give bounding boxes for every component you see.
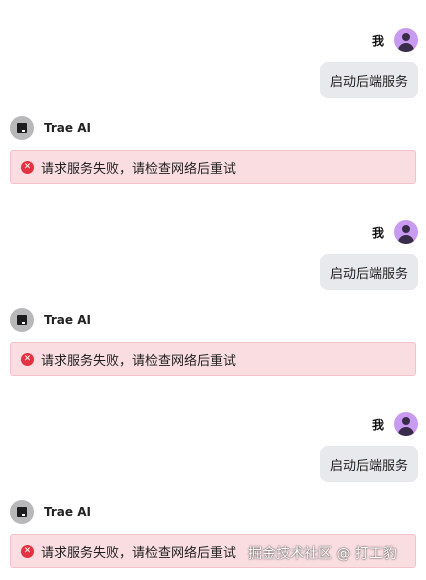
watermark: 掘金技术社区 @ 打工豹 xyxy=(248,546,397,562)
ai-name: Trae AI xyxy=(44,505,91,519)
user-message-bubble: 启动后端服务 xyxy=(319,62,418,98)
user-name: 我 xyxy=(371,417,384,432)
error-circle-icon: ✕ xyxy=(21,544,34,558)
ai-name: Trae AI xyxy=(44,121,91,135)
ai-name: Trae AI xyxy=(44,313,91,327)
ai-header: Trae AI xyxy=(10,307,91,333)
trae-logo-icon xyxy=(10,116,34,140)
ai-header: Trae AI xyxy=(10,499,91,525)
user-header: 我 xyxy=(372,410,418,438)
trae-logo-icon xyxy=(10,500,34,524)
user-avatar-icon xyxy=(394,220,418,244)
user-header: 我 xyxy=(372,26,418,54)
error-message: ✕ 请求服务失败，请检查网络后重试 xyxy=(10,150,416,184)
user-message-bubble: 启动后端服务 xyxy=(319,446,418,482)
chat-panel: 我 启动后端服务 Trae AI ✕ 请求服务失败，请检查网络后重试 我 启动后… xyxy=(0,0,426,580)
error-circle-icon: ✕ xyxy=(21,352,34,366)
error-text: 请求服务失败，请检查网络后重试 xyxy=(41,545,237,561)
user-header: 我 xyxy=(372,218,418,246)
user-name: 我 xyxy=(371,225,384,240)
error-message: ✕ 请求服务失败，请检查网络后重试 xyxy=(10,342,416,376)
user-name: 我 xyxy=(371,33,384,48)
ai-header: Trae AI xyxy=(10,115,91,141)
user-avatar-icon xyxy=(394,412,418,436)
user-avatar-icon xyxy=(394,28,418,52)
user-message-bubble: 启动后端服务 xyxy=(319,254,418,290)
trae-logo-icon xyxy=(10,308,34,332)
error-circle-icon: ✕ xyxy=(21,160,34,174)
error-text: 请求服务失败，请检查网络后重试 xyxy=(41,353,237,369)
error-text: 请求服务失败，请检查网络后重试 xyxy=(41,161,237,177)
